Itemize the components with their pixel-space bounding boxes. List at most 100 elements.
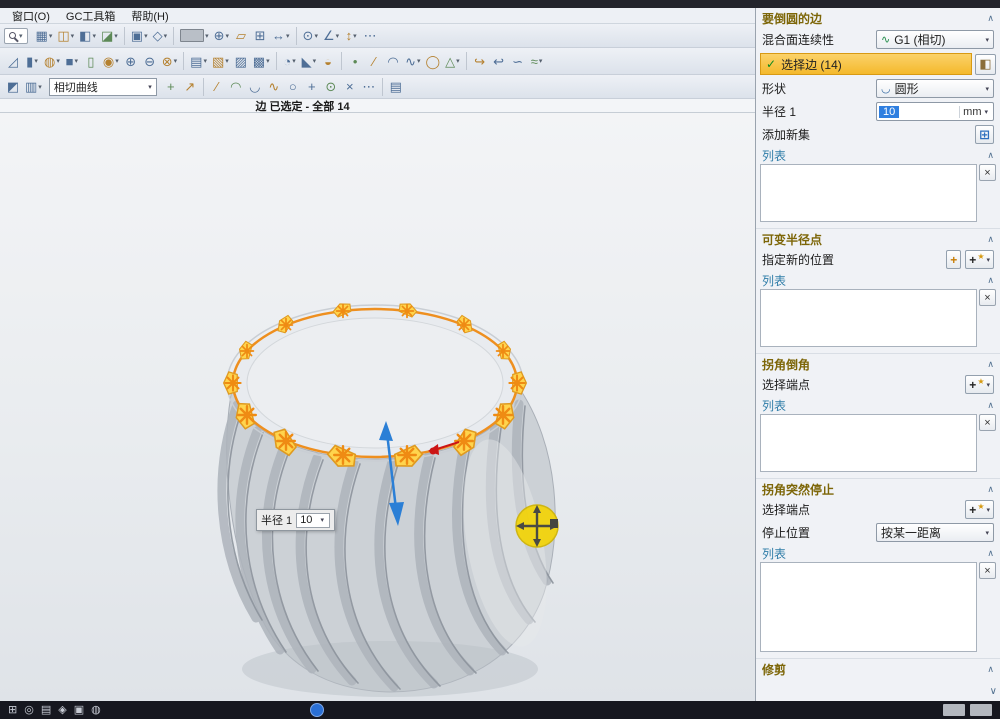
edge-blend-icon[interactable]: ◔▾ xyxy=(281,51,299,71)
section-edges-to-blend[interactable]: 要倒圆的边 ∧ xyxy=(756,8,1000,28)
extrude-icon[interactable]: ▮▾ xyxy=(23,51,41,71)
grid-icon[interactable]: ⊞ xyxy=(251,26,269,46)
endpoint-picker-button[interactable]: + ★ ▾ xyxy=(965,500,994,519)
collapse-icon[interactable]: ∧ xyxy=(987,234,994,245)
taskbar-search-icon[interactable]: ◎ xyxy=(24,705,34,716)
concentric-tool-icon[interactable]: ⊙ xyxy=(322,77,340,97)
profile-filter-icon[interactable]: ◩ xyxy=(4,77,22,97)
cross-tool-icon[interactable]: × xyxy=(341,77,359,97)
edges-list-header[interactable]: 列表 ∧ xyxy=(756,146,1000,164)
shaded-view-icon[interactable]: ▣▾ xyxy=(129,26,150,46)
mesh-surface-icon[interactable]: ▩▾ xyxy=(251,51,272,71)
media-icon[interactable]: ◍ xyxy=(91,705,101,716)
collapse-icon[interactable]: ∧ xyxy=(987,150,994,161)
unite-icon[interactable]: ⊕ xyxy=(122,51,140,71)
section-corner-stop[interactable]: 拐角突然停止 ∧ xyxy=(756,478,1000,498)
collapse-icon[interactable]: ∧ xyxy=(987,484,994,495)
3d-viewport[interactable]: 半径 1 10 ▾ xyxy=(0,113,755,701)
point-dialog-button[interactable]: + xyxy=(946,250,961,269)
variable-radius-list-box[interactable] xyxy=(760,289,977,347)
sketch-icon[interactable]: ◿ xyxy=(4,51,22,71)
arc-tool-icon[interactable]: ◠ xyxy=(227,77,245,97)
onscreen-radius-input[interactable]: 半径 1 10 ▾ xyxy=(256,509,335,531)
continuity-combo[interactable]: ∿ G1 (相切) ▾ xyxy=(876,30,994,49)
add-new-set-button[interactable]: ⊞ xyxy=(975,125,994,144)
swept-surface-icon[interactable]: ▧▾ xyxy=(210,51,231,71)
endpoint-picker-button[interactable]: + ★ ▾ xyxy=(965,375,994,394)
studio-spline-icon[interactable]: ∿▾ xyxy=(403,51,422,71)
explorer-icon[interactable]: ▤ xyxy=(41,705,51,716)
selection-filter-icon[interactable]: ▥▾ xyxy=(23,77,44,97)
taskbar-active-app-indicator[interactable] xyxy=(310,703,324,717)
hole-icon[interactable]: ◉▾ xyxy=(101,51,121,71)
panel-scroll-down-icon[interactable]: ∨ xyxy=(990,686,997,697)
revolve-icon[interactable]: ◍▾ xyxy=(42,51,62,71)
section-variable-radius[interactable]: 可变半径点 ∧ xyxy=(756,228,1000,248)
conic-tool-icon[interactable]: ◡ xyxy=(246,77,264,97)
browser-icon[interactable]: ◈ xyxy=(58,705,66,716)
collapse-icon[interactable]: ∧ xyxy=(987,548,994,559)
tray-item[interactable] xyxy=(943,704,965,716)
csys-orient-icon[interactable]: ⊕▾ xyxy=(212,26,231,46)
offset-curve-icon[interactable]: ↩ xyxy=(490,51,508,71)
remove-list-item-button[interactable]: × xyxy=(979,562,996,579)
tray-item[interactable] xyxy=(970,704,992,716)
display-mode-icon[interactable]: ▦▾ xyxy=(34,26,55,46)
solid-body-select-button[interactable]: ◧ xyxy=(975,54,996,75)
arc-icon[interactable]: ◠ xyxy=(384,51,402,71)
measure-distance-icon[interactable]: ↕▾ xyxy=(342,26,360,46)
point-tool-icon[interactable]: + xyxy=(303,77,321,97)
menu-help[interactable]: 帮助(H) xyxy=(123,8,176,24)
point-picker-button[interactable]: + ★ ▾ xyxy=(965,250,994,269)
collapse-icon[interactable]: ∧ xyxy=(987,664,994,675)
radius-unit-combo[interactable]: mm ▾ xyxy=(959,106,991,118)
more-tools-icon[interactable]: ⋯ xyxy=(360,77,378,97)
stop-position-combo[interactable]: 按某一距离 ▾ xyxy=(876,523,994,542)
cylinder-icon[interactable]: ▯ xyxy=(82,51,100,71)
vector-constructor-icon[interactable]: ↗ xyxy=(181,77,199,97)
datum-plane-icon[interactable]: ▱ xyxy=(232,26,250,46)
circle-tool-icon[interactable]: ○ xyxy=(284,77,302,97)
background-color-swatch[interactable]: ▾ xyxy=(178,26,211,46)
app-window-icon[interactable]: ▣ xyxy=(74,705,84,716)
menu-gc-toolbox[interactable]: GC工具箱 xyxy=(58,8,124,24)
shape-combo[interactable]: ◡ 圆形 ▾ xyxy=(876,79,994,98)
remove-list-item-button[interactable]: × xyxy=(979,164,996,181)
view-orientation-icon[interactable]: ◧▾ xyxy=(77,26,98,46)
chamfer-icon[interactable]: ◣▾ xyxy=(300,51,319,71)
point-icon[interactable]: • xyxy=(346,51,364,71)
menu-window[interactable]: 窗口(O) xyxy=(4,8,58,24)
subtract-icon[interactable]: ⊖ xyxy=(141,51,159,71)
section-corner-fillet[interactable]: 拐角倒角 ∧ xyxy=(756,353,1000,373)
corner-fillet-list-box[interactable] xyxy=(760,414,977,472)
circle-icon[interactable]: ◯ xyxy=(424,51,443,71)
remove-list-item-button[interactable]: × xyxy=(979,414,996,431)
select-edge-active-row[interactable]: ✓ 选择边 (14) xyxy=(760,53,972,75)
variable-radius-list-header[interactable]: 列表 ∧ xyxy=(756,271,1000,289)
radius-input[interactable]: 10 mm ▾ xyxy=(876,102,994,121)
line-tool-icon[interactable]: ∕ xyxy=(208,77,226,97)
corner-fillet-list-header[interactable]: 列表 ∧ xyxy=(756,396,1000,414)
sheet-icon[interactable]: ▤ xyxy=(387,77,405,97)
collapse-icon[interactable]: ∧ xyxy=(987,359,994,370)
corner-stop-list-header[interactable]: 列表 ∧ xyxy=(756,544,1000,562)
ruled-surface-icon[interactable]: ▨ xyxy=(232,51,250,71)
snap-point-icon[interactable]: ⊙▾ xyxy=(301,26,320,46)
through-curves-icon[interactable]: ▤▾ xyxy=(188,51,209,71)
wireframe-view-icon[interactable]: ◇▾ xyxy=(151,26,170,46)
start-icon[interactable]: ⊞ xyxy=(8,705,17,716)
measure-angle-icon[interactable]: ∠▾ xyxy=(321,26,341,46)
polygon-icon[interactable]: △▾ xyxy=(443,51,462,71)
intersect-icon[interactable]: ⊗▾ xyxy=(160,51,179,71)
chevron-down-icon[interactable]: ▾ xyxy=(320,516,324,524)
collapse-icon[interactable]: ∧ xyxy=(987,275,994,286)
point-constructor-icon[interactable]: + xyxy=(162,77,180,97)
more-commands-icon[interactable]: ⋯ xyxy=(361,26,379,46)
radius-float-field[interactable]: 10 ▾ xyxy=(296,513,330,528)
project-curve-icon[interactable]: ∽ xyxy=(509,51,527,71)
corner-stop-list-box[interactable] xyxy=(760,562,977,652)
bridge-curve-icon[interactable]: ↪ xyxy=(471,51,489,71)
shell-icon[interactable]: ◒ xyxy=(319,51,337,71)
window-layout-icon[interactable]: ◫▾ xyxy=(55,26,76,46)
command-finder-search[interactable]: ▾ xyxy=(4,28,28,44)
